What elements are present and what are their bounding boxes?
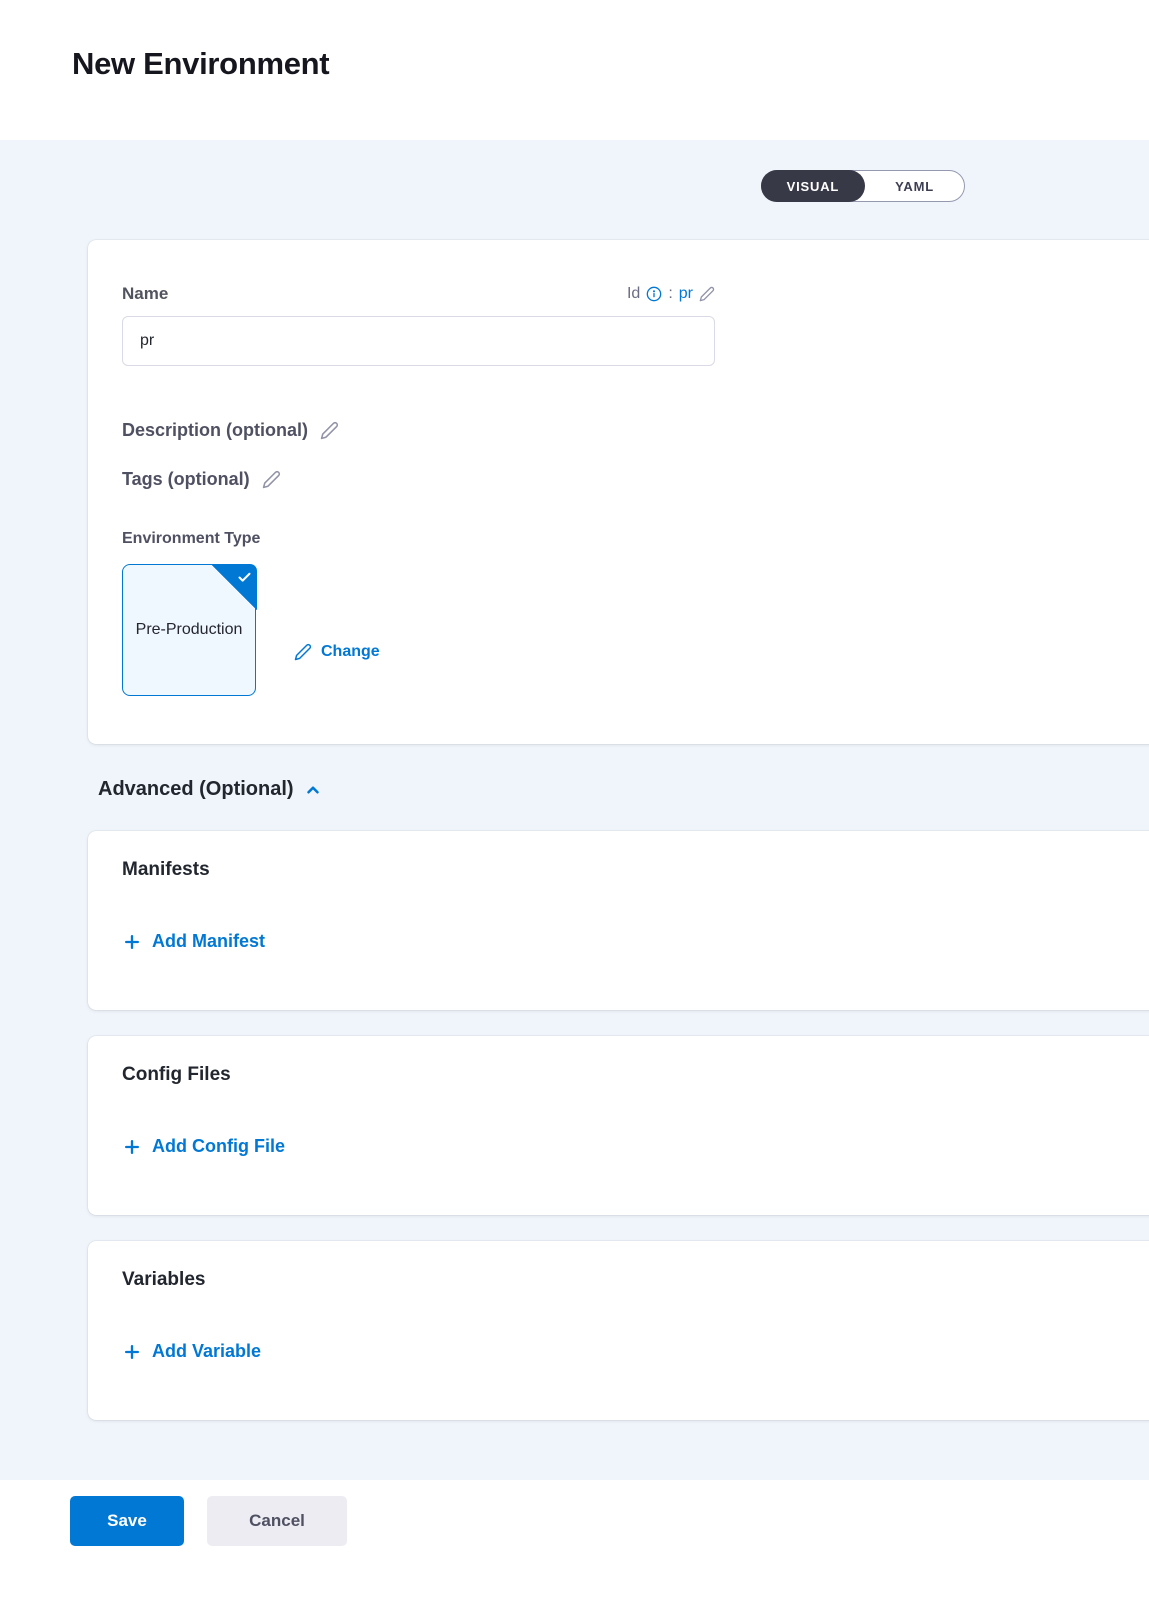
- id-separator: :: [668, 285, 672, 303]
- edit-tags-icon[interactable]: [262, 470, 281, 489]
- change-label: Change: [321, 643, 380, 661]
- add-variable-button[interactable]: Add Variable: [122, 1341, 261, 1362]
- environment-type-value: Pre-Production: [136, 619, 243, 641]
- manifests-card: Manifests Add Manifest: [88, 831, 1149, 1010]
- tab-yaml[interactable]: YAML: [865, 170, 964, 202]
- pencil-icon: [294, 643, 312, 661]
- config-files-card: Config Files Add Config File: [88, 1036, 1149, 1215]
- description-row: Description (optional): [122, 420, 1129, 441]
- id-value: pr: [679, 285, 693, 303]
- cancel-button[interactable]: Cancel: [207, 1496, 347, 1546]
- plus-icon: [122, 1137, 142, 1157]
- id-line: Id : pr: [627, 285, 715, 303]
- edit-id-icon[interactable]: [699, 286, 715, 302]
- tags-row: Tags (optional): [122, 469, 1129, 490]
- advanced-label: Advanced (Optional): [98, 778, 294, 801]
- chevron-up-icon: [304, 781, 322, 799]
- selected-corner-fold: [211, 564, 257, 610]
- environment-type-label: Environment Type: [122, 530, 1129, 548]
- id-label: Id: [627, 285, 640, 303]
- variables-title: Variables: [122, 1269, 1135, 1291]
- plus-icon: [122, 1342, 142, 1362]
- page-header: New Environment: [0, 0, 1149, 140]
- page-title: New Environment: [0, 0, 1149, 82]
- add-config-file-label: Add Config File: [152, 1136, 285, 1157]
- save-button[interactable]: Save: [70, 1496, 184, 1546]
- add-manifest-label: Add Manifest: [152, 931, 265, 952]
- name-label: Name: [122, 284, 168, 304]
- change-environment-type-button[interactable]: Change: [294, 608, 380, 696]
- add-config-file-button[interactable]: Add Config File: [122, 1136, 285, 1157]
- tags-label: Tags (optional): [122, 469, 250, 490]
- variables-card: Variables Add Variable: [88, 1241, 1149, 1420]
- name-input[interactable]: [122, 316, 715, 366]
- visual-yaml-toggle: VISUAL YAML: [761, 170, 965, 202]
- config-files-title: Config Files: [122, 1064, 1135, 1086]
- add-manifest-button[interactable]: Add Manifest: [122, 931, 265, 952]
- view-toggle-row: VISUAL YAML: [0, 140, 1149, 202]
- footer-actions: Save Cancel: [0, 1480, 1149, 1600]
- tab-visual[interactable]: VISUAL: [761, 170, 865, 202]
- environment-details-card: Name Id : pr: [88, 240, 1149, 744]
- add-variable-label: Add Variable: [152, 1341, 261, 1362]
- name-row: Name Id : pr: [122, 284, 715, 304]
- advanced-optional-toggle[interactable]: Advanced (Optional): [98, 778, 322, 801]
- environment-form-section: VISUAL YAML Name Id : pr: [0, 140, 1149, 1480]
- manifests-title: Manifests: [122, 859, 1135, 881]
- info-icon[interactable]: [646, 286, 662, 302]
- description-label: Description (optional): [122, 420, 308, 441]
- check-icon: [237, 570, 252, 585]
- environment-type-tile-pre-production[interactable]: Pre-Production: [122, 564, 256, 696]
- edit-description-icon[interactable]: [320, 421, 339, 440]
- environment-type-row: Pre-Production Change: [122, 564, 1129, 696]
- plus-icon: [122, 932, 142, 952]
